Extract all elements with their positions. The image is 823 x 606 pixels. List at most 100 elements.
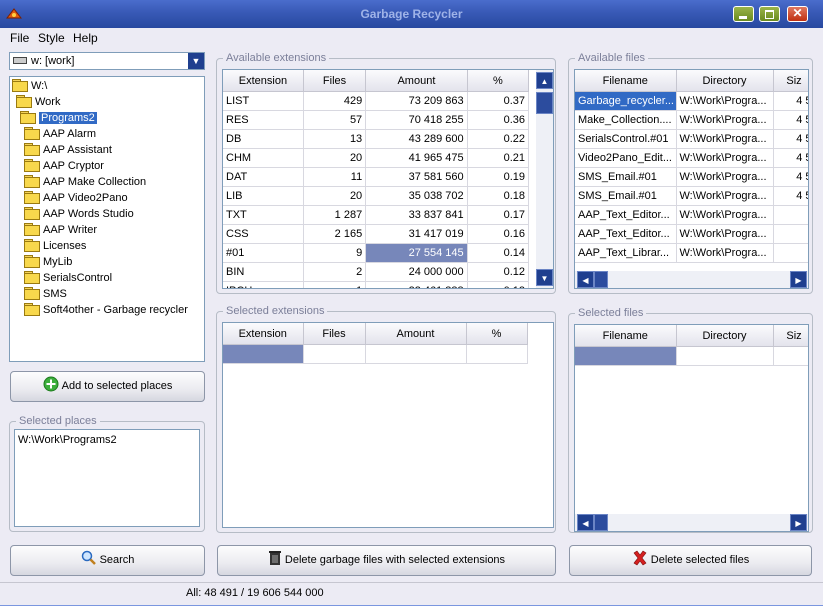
tree-item[interactable]: AAP Cryptor [24,158,104,174]
table-cell[interactable]: AAP_Text_Editor... [575,224,677,244]
table-cell[interactable]: 4 5 [773,91,808,111]
table-cell[interactable] [365,344,467,364]
table-cell[interactable] [773,224,808,244]
table-cell[interactable] [303,344,366,364]
available-files-hscrollbar[interactable]: ◀ ▶ [575,271,808,288]
column-header[interactable]: Files [303,323,366,345]
menu-file[interactable]: File [10,31,29,45]
folder-tree[interactable]: W:\ Work Programs2 AAP Alarm AAP Assistan… [9,76,205,362]
scroll-thumb[interactable] [594,514,608,531]
table-cell[interactable] [466,344,528,364]
table-cell[interactable]: 4 5 [773,148,808,168]
table-row[interactable]: AAP_Text_Editor... W:\Work\Progra... [575,224,808,244]
table-row[interactable]: LIST 429 73 209 863 0.37 [223,91,530,111]
table-cell[interactable]: SMS_Email.#01 [575,186,677,206]
tree-item[interactable]: Soft4other - Garbage recycler [24,302,188,318]
column-header[interactable]: Amount [365,70,468,92]
column-header[interactable]: Filename [575,325,677,347]
table-cell[interactable]: W:\Work\Progra... [676,110,774,130]
selected-extensions-grid[interactable]: Extension Files Amount% [222,322,554,528]
table-cell[interactable]: DB [223,129,304,149]
table-cell[interactable]: 35 038 702 [365,186,468,206]
table-cell[interactable]: W:\Work\Progra... [676,129,774,149]
table-cell[interactable]: #01 [223,243,304,263]
column-header[interactable]: Siz [773,70,808,92]
table-cell[interactable]: BIN [223,262,304,282]
minimize-button[interactable] [733,6,754,22]
table-cell[interactable]: 43 289 600 [365,129,468,149]
table-cell[interactable]: W:\Work\Progra... [676,243,774,263]
selected-places-list[interactable]: W:\Work\Programs2 [14,429,200,527]
table-cell[interactable]: W:\Work\Progra... [676,167,774,187]
column-header[interactable]: Amount [365,323,467,345]
table-row[interactable]: DB 13 43 289 600 0.22 [223,129,530,149]
scroll-right-icon[interactable]: ▶ [790,514,807,531]
tree-item[interactable]: AAP Alarm [24,126,96,142]
table-row[interactable]: Garbage_recycler...W:\Work\Progra...4 5 [575,91,808,111]
title-bar[interactable]: Garbage Recycler ✕ [0,0,823,28]
table-row[interactable]: TXT 1 287 33 837 841 0.17 [223,205,530,225]
table-cell[interactable]: SerialsControl.#01 [575,129,677,149]
table-row[interactable]: LIB 20 35 038 702 0.18 [223,186,530,206]
table-cell[interactable]: DAT [223,167,304,187]
column-header[interactable]: Directory [676,325,774,347]
tree-item-root[interactable]: W:\ [12,78,47,94]
available-files-grid[interactable]: Filename Directory Siz Garbage_recycler...… [574,69,809,289]
table-cell[interactable]: 0.14 [467,243,530,263]
table-cell[interactable] [575,346,677,366]
table-cell[interactable]: W:\Work\Progra... [676,186,774,206]
table-cell[interactable]: 429 [303,91,367,111]
table-cell[interactable]: 13 [303,129,367,149]
table-cell[interactable]: 57 [303,110,367,130]
column-header[interactable]: Extension [223,323,304,345]
table-row[interactable]: SMS_Email.#01W:\Work\Progra...4 5 [575,186,808,206]
table-row[interactable] [223,344,528,364]
table-cell[interactable] [223,344,304,364]
tree-item[interactable]: MyLib [24,254,72,270]
scroll-thumb[interactable] [536,92,553,114]
column-header[interactable]: % [466,323,528,345]
selected-files-grid[interactable]: Filename Directory Siz ◀ ▶ [574,324,809,532]
scroll-right-icon[interactable]: ▶ [790,271,807,288]
table-row[interactable]: BIN 2 24 000 000 0.12 [223,262,530,282]
table-cell[interactable]: 1 [303,281,367,288]
available-extensions-grid[interactable]: Extension Files Amount% LIST 429 73 209 863 0… [222,69,554,289]
table-row[interactable]: CHM 20 41 965 475 0.21 [223,148,530,168]
tree-item[interactable]: AAP Writer [24,222,97,238]
table-row[interactable]: AAP_Text_Librar... W:\Work\Progra... [575,243,808,263]
menu-style[interactable]: Style [38,31,65,45]
table-row[interactable]: SMS_Email.#01W:\Work\Progra...4 5 [575,167,808,187]
table-cell[interactable] [676,346,774,366]
column-header[interactable]: % [467,70,530,92]
table-cell[interactable]: Garbage_recycler... [575,91,677,111]
menu-help[interactable]: Help [73,31,98,45]
table-cell[interactable]: W:\Work\Progra... [676,205,774,225]
add-to-selected-places-button[interactable]: Add to selected places [10,371,205,402]
tree-item[interactable]: AAP Make Collection [24,174,146,190]
table-row[interactable]: SerialsControl.#01W:\Work\Progra...4 5 [575,129,808,149]
table-cell[interactable]: 70 418 255 [365,110,468,130]
table-cell[interactable] [773,346,808,366]
table-cell[interactable]: 0.37 [467,91,530,111]
table-cell[interactable]: 27 554 145 [365,243,468,263]
table-cell[interactable]: 41 965 475 [365,148,468,168]
table-cell[interactable]: Video2Pano_Edit... [575,148,677,168]
table-cell[interactable]: 2 165 [303,224,367,244]
table-cell[interactable]: 0.36 [467,110,530,130]
table-row[interactable]: IPCH123 461 8880.12 [223,281,530,288]
table-cell[interactable]: 0.21 [467,148,530,168]
tree-item-work[interactable]: Work [16,94,60,110]
table-cell[interactable] [773,243,808,263]
table-cell[interactable]: 1 287 [303,205,367,225]
column-header[interactable]: Extension [223,70,304,92]
tree-item[interactable]: AAP Assistant [24,142,112,158]
table-cell[interactable]: 0.16 [467,224,530,244]
table-cell[interactable]: IPCH [223,281,304,288]
table-row[interactable]: CSS 2 165 31 417 019 0.16 [223,224,530,244]
table-cell[interactable]: W:\Work\Progra... [676,224,774,244]
tree-item[interactable]: Licenses [24,238,86,254]
available-extensions-vscrollbar[interactable]: ▲ ▼ [536,70,553,288]
close-button[interactable]: ✕ [787,6,808,22]
table-row[interactable]: RES 57 70 418 255 0.36 [223,110,530,130]
table-row[interactable]: #01 9 27 554 145 0.14 [223,243,530,263]
